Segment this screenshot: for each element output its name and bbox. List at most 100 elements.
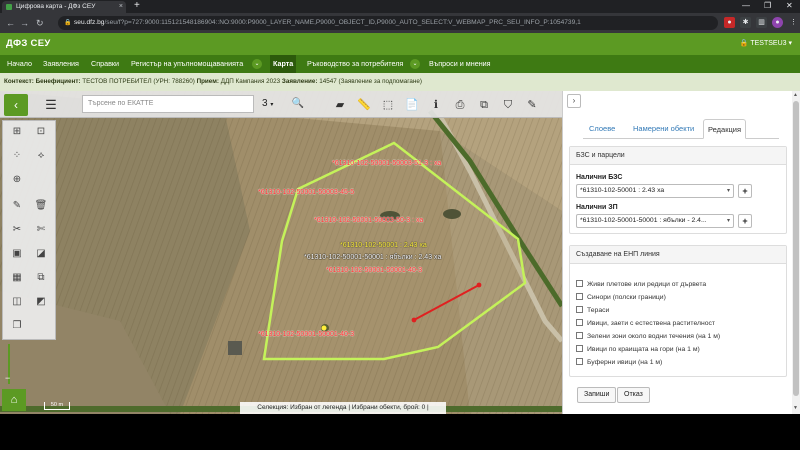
browser-menu-icon[interactable]: ⋮ (788, 17, 799, 28)
enp-line-section: Създаване на ЕНП линия Живи плетове или … (569, 245, 787, 377)
parcel-label: *61310-102-50001-50003-51-3 : ха (332, 160, 442, 167)
app-title: ДФЗ СЕУ (6, 38, 51, 49)
cancel-button[interactable]: Отказ (617, 387, 650, 403)
menu-item-applications[interactable]: Заявления (40, 55, 82, 73)
trash-icon[interactable]: 🗑 (31, 197, 51, 215)
hamburger-icon[interactable]: ☰ (40, 95, 62, 115)
add-zp-button[interactable]: + (738, 214, 752, 228)
grid-icon[interactable]: ▦ (7, 269, 27, 287)
reload-button[interactable]: ↻ (36, 17, 44, 29)
info-icon[interactable]: ℹ (426, 95, 446, 115)
ekatte-search-input[interactable]: Търсене по ЕКАТТЕ (82, 95, 254, 113)
zoom-out-icon[interactable]: − (5, 373, 10, 383)
merge-icon[interactable]: ◫ (7, 293, 27, 311)
checkbox[interactable] (576, 332, 583, 339)
checkbox[interactable] (576, 280, 583, 287)
layers-icon[interactable]: ⧉ (474, 95, 494, 115)
checkbox-riparian-zones[interactable]: Зелени зони около водни течения (на 1 м) (576, 331, 720, 343)
split-icon[interactable]: ✂ (7, 221, 27, 239)
checkbox-buffer-strips[interactable]: Буферни ивици (на 1 м) (576, 357, 662, 369)
copy-icon[interactable]: ⧉ (31, 269, 51, 287)
cut-icon[interactable]: ✄ (31, 221, 51, 239)
collapse-panel-button[interactable]: › (567, 94, 581, 108)
menu-item-map[interactable]: Карта (270, 55, 297, 73)
search-icon[interactable]: 🔍 (288, 95, 308, 113)
browser-tab[interactable]: Цифрова карта - ДФз СЕУ × (2, 1, 126, 13)
chevron-down-icon: ▾ (726, 218, 730, 224)
url-path: /seu/f?p=727:9000:11512154818690​4::NO:9… (104, 19, 581, 26)
reshape-icon[interactable]: ◪ (31, 245, 51, 263)
map-view[interactable]: *61310-102-50001-50003-51-3 : ха *61310-… (0, 91, 562, 414)
chevron-down-icon[interactable]: ⌄ (252, 59, 262, 69)
tab-edit[interactable]: Редакция (703, 119, 747, 139)
forward-button[interactable]: → (20, 17, 29, 29)
menu-item-home[interactable]: Начало (4, 55, 35, 73)
checkbox-terraces[interactable]: Тераси (576, 305, 609, 317)
tab-found-objects[interactable]: Намерени обекти (629, 119, 698, 139)
duplicate-icon[interactable]: ❐ (7, 317, 27, 335)
menu-item-faq[interactable]: Въпроси и мнения (426, 55, 494, 73)
letterbox-bottom (0, 414, 800, 450)
add-hole-icon[interactable]: ⊡ (31, 123, 51, 141)
app-root: Цифрова карта - ДФз СЕУ × + — ❐ ✕ ← → ↻ … (0, 0, 800, 450)
document-icon[interactable]: 📄 (402, 95, 422, 115)
scrollbar-thumb[interactable] (793, 101, 799, 396)
checkbox[interactable] (576, 306, 583, 313)
scroll-up-icon[interactable]: ▲ (793, 92, 798, 98)
scale-bar: 50 m (44, 402, 70, 410)
checkbox-hedgerows[interactable]: Живи плетове или редици от дървета (576, 279, 706, 291)
checkbox[interactable] (576, 358, 583, 365)
edit-tools-panel: ⊞ ⊡ ⁘ ⟡ ⊕ ✎ 🗑 ✂ ✄ ▣ ◪ ▦ ⧉ ◫ ◩ ❐ (2, 120, 56, 340)
checkbox-field-margins[interactable]: Синори (полски граници) (576, 292, 666, 304)
square-icon[interactable]: ▣ (7, 245, 27, 263)
new-tab-button[interactable]: + (134, 0, 140, 12)
checkbox-natural-strips[interactable]: Ивици, заети с естествена растителност (576, 318, 715, 330)
zoom-select[interactable]: 3 ▾ (262, 95, 284, 113)
menu-item-user-guide[interactable]: Ръководство за потребителя (304, 55, 406, 73)
checkbox[interactable] (576, 293, 583, 300)
back-button[interactable]: ← (6, 17, 15, 29)
checkbox[interactable] (576, 319, 583, 326)
add-point-icon[interactable]: ⊕ (7, 171, 27, 189)
page-scrollbar[interactable]: ▲ ▼ (792, 91, 800, 414)
sidebar-icon[interactable]: ▥ (756, 17, 767, 28)
tab-close-icon[interactable]: × (119, 1, 123, 13)
measure-line-icon[interactable]: 📏 (354, 95, 374, 115)
user-name: TESTSEU3 (750, 40, 787, 47)
address-bar[interactable]: 🔒 seu.dfz.bg/seu/f?p=727:9000:1151215481… (58, 16, 718, 30)
add-polygon-icon[interactable]: ⊞ (7, 123, 27, 141)
home-extent-icon[interactable]: ⌂ (2, 389, 26, 411)
bzs-select[interactable]: *61310-102-50001 : 2.43 ха ▾ (576, 184, 734, 198)
parcel-label: *61310-102-50001-50001 : ябълки : 2.43 х… (304, 254, 442, 261)
panel-toggle-button[interactable]: ‹ (4, 94, 28, 116)
selection-status: Селекция: Избран от легенда | Избрани об… (240, 402, 446, 414)
tab-title: Цифрова карта - ДФз СЕУ (16, 3, 96, 10)
zp-select[interactable]: *61310-102-50001-50001 : ябълки - 2.4...… (576, 214, 734, 228)
print-icon[interactable]: ⎙ (450, 95, 470, 115)
bookmark-icon[interactable]: ⛉ (498, 95, 518, 115)
user-menu[interactable]: 🔒 TESTSEU3 ▾ (740, 33, 792, 55)
checkbox-forest-edges[interactable]: Ивици по краищата на гори (на 1 м) (576, 344, 700, 356)
draw-icon[interactable]: ◩ (31, 293, 51, 311)
edit-icon[interactable]: ✎ (522, 95, 542, 115)
bulgaria-map-icon[interactable]: ▰ (330, 95, 350, 115)
checkbox[interactable] (576, 345, 583, 352)
scroll-down-icon[interactable]: ▼ (793, 405, 798, 411)
tab-layers[interactable]: Слоеве (585, 119, 619, 139)
window-maximize-button[interactable]: ❐ (764, 0, 771, 12)
profile-avatar[interactable]: ● (772, 17, 783, 28)
edit-shape-icon[interactable]: ✎ (7, 197, 27, 215)
menu-item-reports[interactable]: Справки (88, 55, 122, 73)
add-vertex-icon[interactable]: ⁘ (7, 147, 27, 165)
window-minimize-button[interactable]: — (742, 0, 750, 12)
select-area-icon[interactable]: ⬚ (378, 95, 398, 115)
menu-item-authorizations[interactable]: Регистър на упълномощаванията (128, 55, 246, 73)
puzzle-icon[interactable]: ✱ (740, 17, 751, 28)
move-vertex-icon[interactable]: ⟡ (31, 147, 51, 165)
window-close-button[interactable]: ✕ (786, 0, 793, 12)
chevron-down-icon: ▾ (270, 102, 274, 108)
save-button[interactable]: Запиши (577, 387, 617, 403)
add-bzs-button[interactable]: + (738, 184, 752, 198)
chevron-down-icon[interactable]: ⌄ (410, 59, 420, 69)
extension-icon[interactable]: ● (724, 17, 735, 28)
